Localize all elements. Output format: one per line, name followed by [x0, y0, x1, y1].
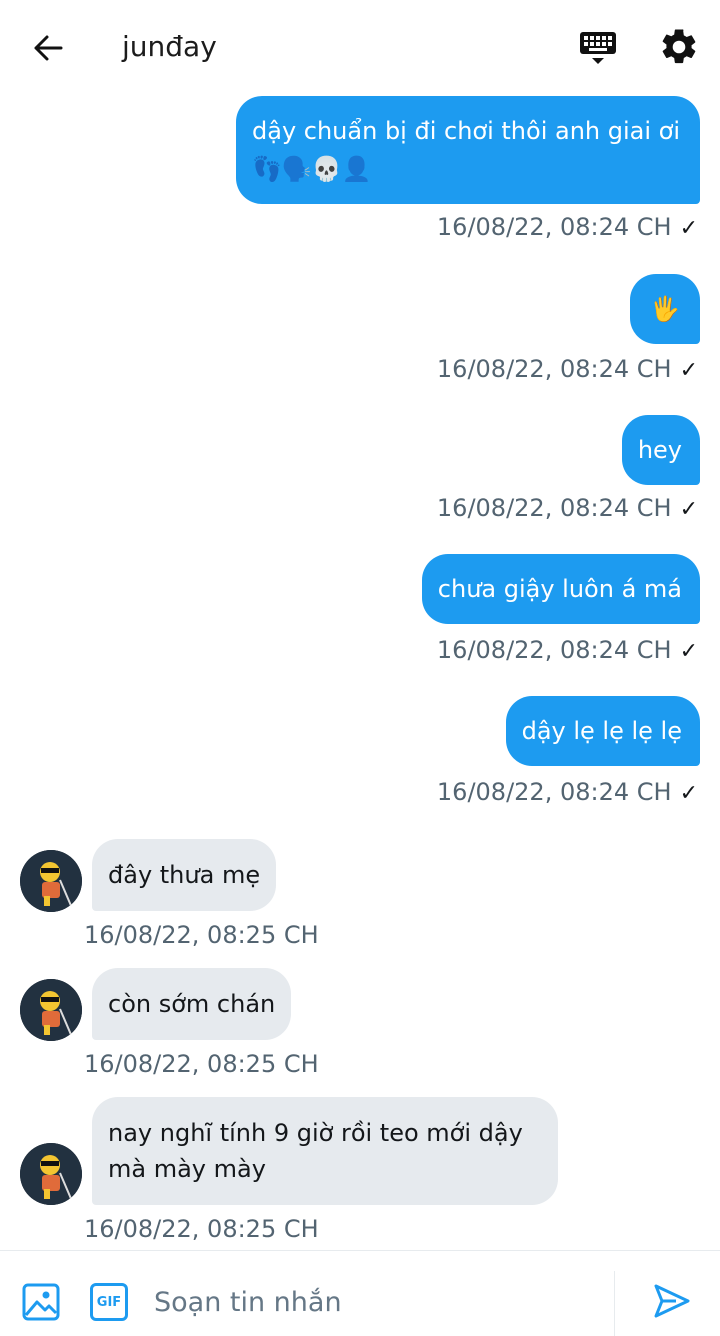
avatar[interactable] — [20, 850, 82, 912]
message-text: dậy chuẩn bị đi chơi thôi anh giai ơi 👣🗣… — [252, 117, 681, 183]
message-timestamp: 16/08/22, 08:25 CH — [84, 1215, 319, 1243]
message-list[interactable]: dậy chuẩn bị đi chơi thôi anh giai ơi 👣🗣… — [0, 92, 720, 1250]
message-text: đây thưa mẹ — [108, 861, 261, 889]
avatar[interactable] — [20, 1143, 82, 1205]
message-bubble-outgoing[interactable]: hey — [621, 415, 700, 485]
divider — [614, 1271, 615, 1336]
sent-check-icon: ✓ — [679, 639, 698, 664]
message-text: 🖐️ — [650, 295, 680, 323]
timestamp-text: 16/08/22, 08:24 CH — [436, 494, 672, 522]
avatar-image — [20, 850, 82, 912]
message-input[interactable] — [154, 1277, 594, 1327]
conversation-header: junđay — [0, 0, 720, 92]
timestamp-text: 16/08/22, 08:24 CH — [436, 778, 672, 806]
timestamp-text: 16/08/22, 08:24 CH — [436, 355, 672, 383]
back-button[interactable] — [28, 28, 68, 68]
message-bubble-incoming[interactable]: đây thưa mẹ — [92, 839, 277, 911]
timestamp-text: 16/08/22, 08:24 CH — [436, 213, 672, 241]
sent-check-icon: ✓ — [679, 781, 698, 806]
image-icon — [22, 1283, 60, 1321]
message-text: còn sớm chán — [108, 990, 276, 1018]
settings-button[interactable] — [658, 26, 700, 68]
keyboard-button[interactable] — [578, 28, 618, 68]
sent-check-icon: ✓ — [679, 358, 698, 383]
message-bubble-outgoing[interactable]: chưa giậy luôn á má — [421, 554, 700, 624]
message-bubble-outgoing[interactable]: dậy chuẩn bị đi chơi thôi anh giai ơi 👣🗣… — [236, 96, 700, 204]
message-timestamp: 16/08/22, 08:24 CH ✓ — [437, 212, 698, 244]
message-bubble-incoming[interactable]: còn sớm chán — [92, 968, 292, 1040]
message-timestamp: 16/08/22, 08:25 CH — [84, 921, 319, 949]
message-text: chưa giậy luôn á má — [437, 575, 682, 603]
sent-check-icon: ✓ — [679, 216, 698, 241]
avatar[interactable] — [20, 979, 82, 1041]
message-timestamp: 16/08/22, 08:24 CH ✓ — [437, 493, 698, 525]
message-bubble-incoming[interactable]: nay nghĩ tính 9 giờ rồi teo mới dậy mà m… — [92, 1097, 558, 1205]
send-button[interactable] — [652, 1281, 692, 1321]
avatar-image — [20, 979, 82, 1041]
message-bubble-outgoing[interactable]: dậy lẹ lẹ lẹ lẹ — [505, 696, 700, 766]
message-text: dậy lẹ lẹ lẹ lẹ — [521, 717, 682, 745]
message-timestamp: 16/08/22, 08:24 CH ✓ — [437, 354, 698, 386]
message-timestamp: 16/08/22, 08:24 CH ✓ — [437, 635, 698, 667]
gear-icon — [662, 29, 696, 64]
conversation-title: junđay — [122, 30, 217, 63]
gif-button[interactable]: GIF — [90, 1283, 128, 1321]
message-bubble-outgoing[interactable]: 🖐️ — [630, 274, 700, 344]
attach-image-button[interactable] — [22, 1283, 60, 1321]
timestamp-text: 16/08/22, 08:24 CH — [436, 636, 672, 664]
gif-icon: GIF — [96, 1294, 122, 1310]
send-icon — [654, 1284, 690, 1318]
message-composer: GIF — [0, 1250, 720, 1336]
message-timestamp: 16/08/22, 08:24 CH ✓ — [437, 777, 698, 809]
message-text: nay nghĩ tính 9 giờ rồi teo mới dậy mà m… — [108, 1119, 523, 1183]
sent-check-icon: ✓ — [679, 497, 698, 522]
arrow-left-icon — [34, 35, 63, 61]
message-timestamp: 16/08/22, 08:25 CH — [84, 1050, 319, 1078]
keyboard-icon — [580, 32, 616, 64]
message-text: hey — [637, 436, 682, 464]
avatar-image — [20, 1143, 82, 1205]
